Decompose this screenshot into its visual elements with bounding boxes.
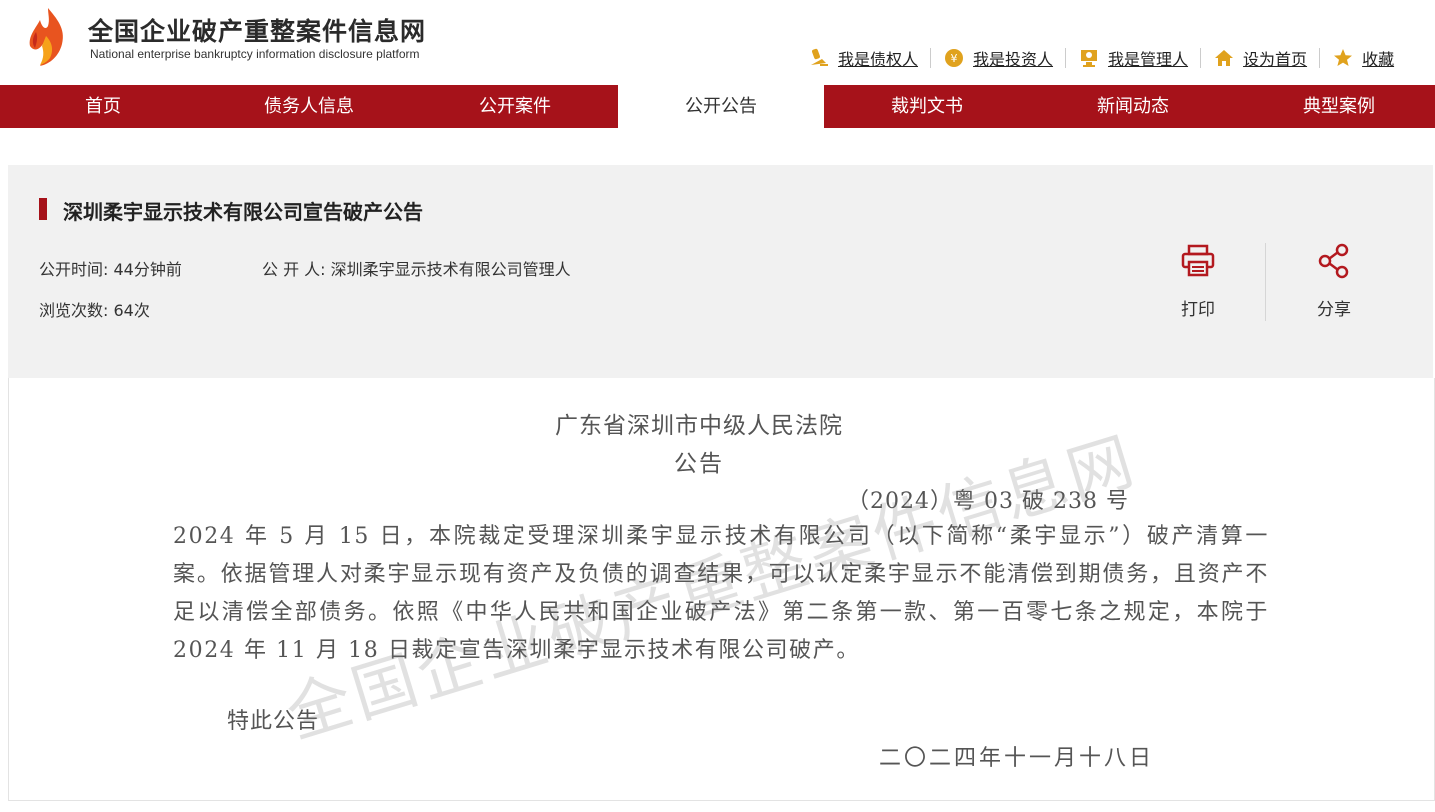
star-icon xyxy=(1334,49,1353,66)
svg-text:¥: ¥ xyxy=(951,52,958,65)
nav-item-public-notices[interactable]: 公开公告 xyxy=(618,85,824,128)
investor-link[interactable]: ¥ 我是投资人 xyxy=(943,46,1053,70)
notice-title: 深圳柔宇显示技术有限公司宣告破产公告 xyxy=(63,200,423,224)
creditor-link[interactable]: 我是债权人 xyxy=(808,46,918,70)
notice-body: 2024 年 5 月 15 日，本院裁定受理深圳柔宇显示技术有限公司（以下简称“… xyxy=(173,524,1269,663)
main-nav: 首页 债务人信息 公开案件 公开公告 裁判文书 新闻动态 典型案例 xyxy=(0,85,1435,128)
link-divider xyxy=(1319,48,1321,68)
nav-item-judgments[interactable]: 裁判文书 xyxy=(824,85,1030,128)
set-homepage-link[interactable]: 设为首页 xyxy=(1213,46,1307,70)
flame-logo-icon[interactable] xyxy=(26,6,70,68)
court-name: 广东省深圳市中级人民法院 xyxy=(555,413,843,439)
share-icon xyxy=(1318,243,1349,279)
creditor-link-label: 我是债权人 xyxy=(838,50,919,69)
manager-link-label: 我是管理人 xyxy=(1108,50,1189,69)
publisher-value: 深圳柔宇显示技术有限公司管理人 xyxy=(330,260,571,279)
home-icon xyxy=(1215,50,1234,66)
nav-item-news[interactable]: 新闻动态 xyxy=(1030,85,1236,128)
view-count-label: 浏览次数: xyxy=(39,301,109,320)
nav-item-home[interactable]: 首页 xyxy=(0,85,206,128)
link-divider xyxy=(1200,48,1202,68)
action-divider xyxy=(1265,243,1266,321)
notice-document: 广东省深圳市中级人民法院 公告 （2024）粤 03 破 238 号 2024 … xyxy=(8,378,1435,801)
manager-link[interactable]: 我是管理人 xyxy=(1078,46,1188,70)
creditor-icon xyxy=(811,48,828,66)
publisher-label: 公 开 人: xyxy=(262,260,326,279)
document-heading: 公告 xyxy=(674,451,724,477)
manager-icon xyxy=(1081,50,1098,67)
publish-time-label: 公开时间: xyxy=(39,260,109,279)
site-title[interactable]: 全国企业破产重整案件信息网 xyxy=(88,12,426,48)
view-count: 浏览次数: 64次 xyxy=(39,297,150,321)
bookmark-label: 收藏 xyxy=(1362,50,1395,69)
nav-item-debtor-info[interactable]: 债务人信息 xyxy=(206,85,412,128)
link-divider xyxy=(930,48,932,68)
document-date: 二〇二四年十一月十八日 xyxy=(879,746,1155,771)
view-count-value: 64次 xyxy=(113,301,150,320)
closing-text: 特此公告 xyxy=(227,709,320,734)
nav-item-typical-cases[interactable]: 典型案例 xyxy=(1236,85,1435,128)
title-accent-bar xyxy=(39,198,47,220)
user-links: 我是债权人 ¥ 我是投资人 我是管理人 设为首页 收藏 xyxy=(808,44,1394,72)
site-header: 全国企业破产重整案件信息网 National enterprise bankru… xyxy=(0,0,1435,85)
bookmark-link[interactable]: 收藏 xyxy=(1332,46,1394,70)
publish-time: 公开时间: 44分钟前 xyxy=(39,256,182,280)
notice-info-panel: 深圳柔宇显示技术有限公司宣告破产公告 公开时间: 44分钟前 公 开 人: 深圳… xyxy=(8,165,1433,378)
set-homepage-label: 设为首页 xyxy=(1243,50,1308,69)
case-number: （2024）粤 03 破 238 号 xyxy=(847,489,1129,514)
link-divider xyxy=(1065,48,1067,68)
site-subtitle: National enterprise bankruptcy informati… xyxy=(90,47,420,61)
share-label: 分享 xyxy=(1317,300,1351,320)
investor-link-label: 我是投资人 xyxy=(973,50,1054,69)
print-button[interactable]: 打印 xyxy=(1158,243,1238,320)
printer-icon xyxy=(1181,244,1215,277)
nav-item-public-cases[interactable]: 公开案件 xyxy=(412,85,618,128)
investor-icon: ¥ xyxy=(945,49,964,67)
print-label: 打印 xyxy=(1181,300,1215,320)
publisher: 公 开 人: 深圳柔宇显示技术有限公司管理人 xyxy=(262,256,571,280)
share-button[interactable]: 分享 xyxy=(1294,243,1374,320)
publish-time-value: 44分钟前 xyxy=(113,260,182,279)
